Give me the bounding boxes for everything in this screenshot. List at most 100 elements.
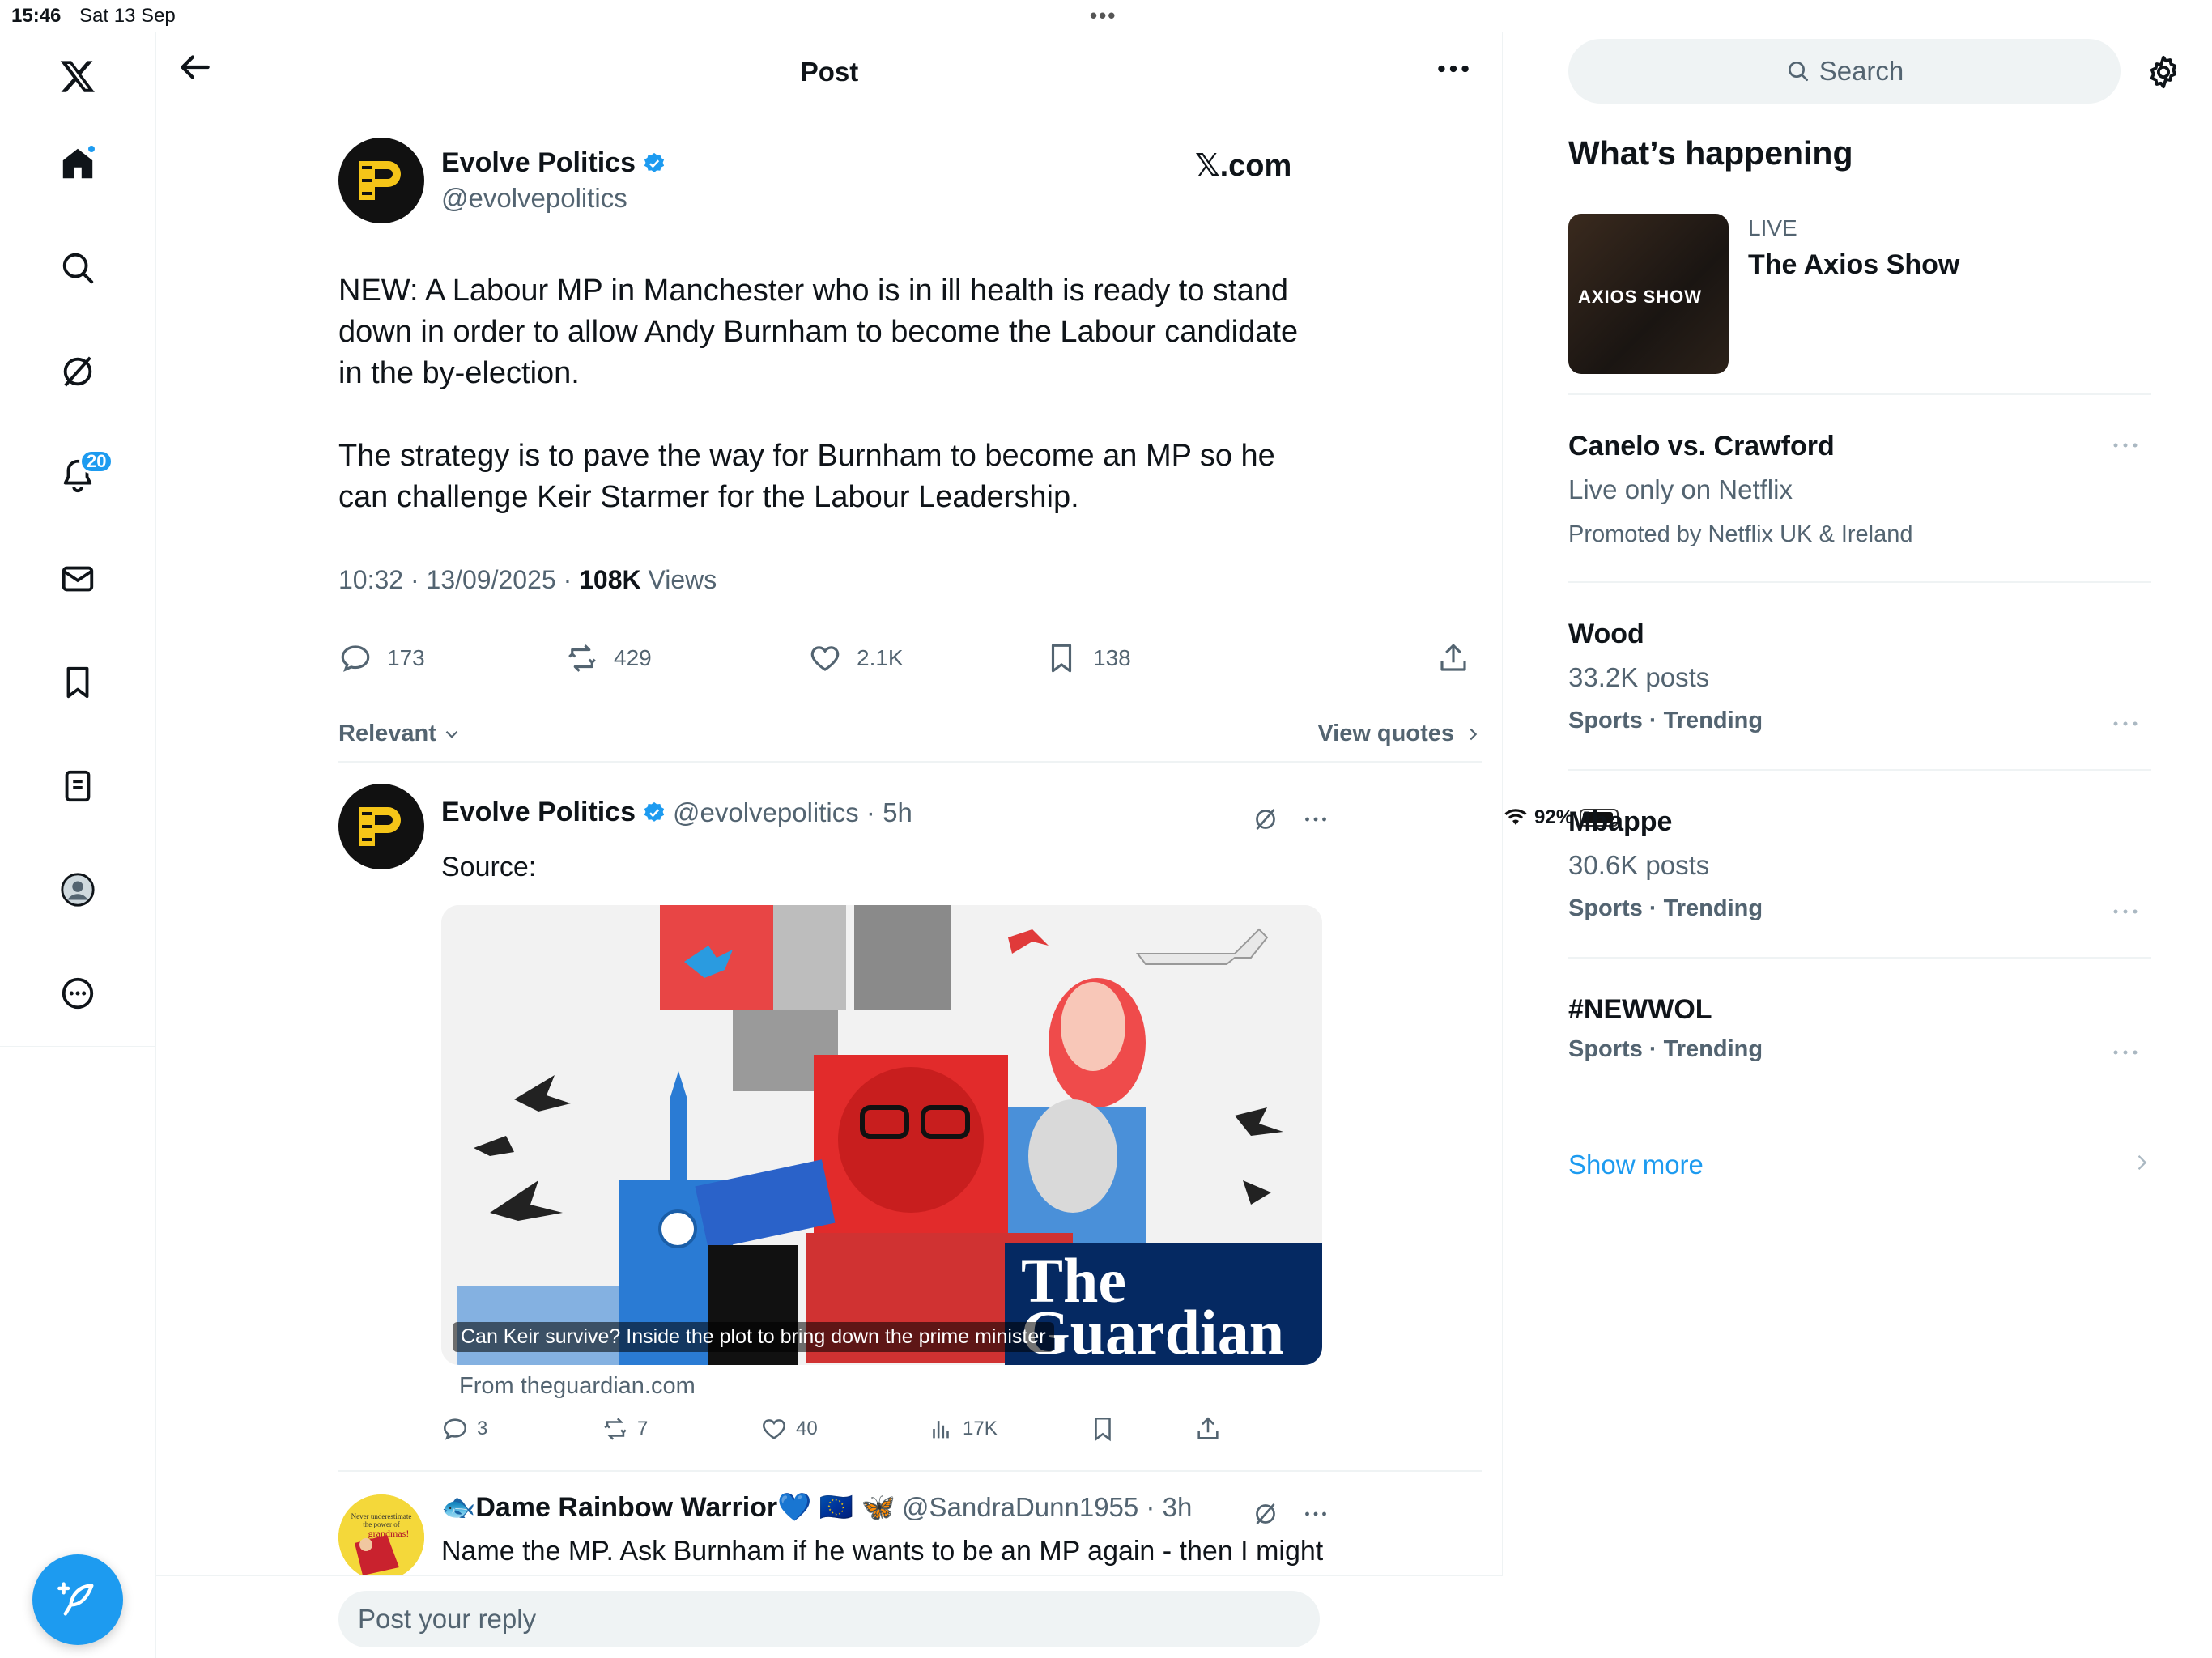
views-bar-chart-icon [933, 1421, 949, 1439]
repost-icon [568, 644, 596, 672]
main-column: Post Evolve Politics @evolvepolitics 𝕏.c… [156, 32, 1503, 1658]
relevant-sort-dropdown[interactable]: Relevant [338, 721, 462, 747]
view-quotes-label: View quotes [1317, 721, 1454, 746]
repost-button[interactable]: 429 [565, 641, 652, 675]
trend-more-icon[interactable] [2109, 716, 2142, 732]
bookmark-button[interactable]: 138 [1044, 641, 1131, 675]
divider [1568, 769, 2151, 771]
reply-bar [156, 1575, 1503, 1658]
compose-post-button[interactable] [32, 1554, 123, 1645]
post-paragraph: NEW: A Labour MP in Manchester who is in… [338, 274, 1299, 390]
share-button[interactable] [1194, 1415, 1222, 1443]
reply-tools [1251, 1499, 1330, 1528]
home-new-dot [87, 144, 96, 154]
reply-author-name: 🐟Dame Rainbow Warrior💙 🇪🇺 🦋 [441, 1492, 896, 1523]
reply-button[interactable]: 3 [441, 1415, 487, 1443]
link-card[interactable]: The Guardian Can Keir survive? Inside th… [441, 905, 1322, 1365]
search-icon[interactable] [50, 240, 105, 295]
post-paragraph: The strategy is to pave the way for Burn… [338, 439, 1275, 514]
reply-author[interactable]: Evolve Politics @evolvepolitics · 5h [441, 797, 912, 828]
reply-input[interactable] [338, 1591, 1320, 1647]
live-title[interactable]: The Axios Show [1748, 249, 1959, 281]
show-more-link[interactable]: Show more [1568, 1150, 1704, 1180]
share-upload-icon [1197, 1417, 1219, 1439]
multitasking-dots-icon[interactable]: ••• [1090, 3, 1117, 28]
author-name[interactable]: Evolve Politics [441, 147, 666, 179]
grok-icon[interactable] [50, 344, 105, 399]
repost-icon [604, 1418, 627, 1440]
reply-handle-time: @evolvepolitics · 5h [673, 797, 912, 827]
reply-button[interactable]: 173 [338, 641, 425, 675]
trend-title[interactable]: #NEWWOL [1568, 994, 1712, 1026]
card-source[interactable]: From theguardian.com [459, 1373, 696, 1400]
more-options-icon[interactable] [1301, 1499, 1330, 1528]
repost-button[interactable]: 7 [602, 1415, 648, 1443]
messages-mail-icon[interactable] [50, 551, 105, 606]
post-timestamp[interactable]: 10:32 · 13/09/2025 · [338, 565, 579, 594]
trend-title[interactable]: Canelo vs. Crawford [1568, 431, 1835, 462]
divider [338, 761, 1482, 763]
reply-handle-time: @SandraDunn1955 · 3h [902, 1492, 1193, 1522]
trend-more-icon[interactable] [2109, 1044, 2142, 1061]
reply-avatar[interactable] [338, 784, 424, 869]
more-options-icon[interactable] [1433, 49, 1474, 89]
post-actions: 173 429 2.1K 138 [338, 641, 1482, 690]
post-text: NEW: A Labour MP in Manchester who is in… [338, 270, 1310, 559]
grok-icon[interactable] [1251, 805, 1280, 834]
lists-icon[interactable] [50, 759, 105, 814]
trend-more-icon[interactable] [2109, 437, 2142, 453]
notifications-badge: 20 [79, 449, 114, 474]
chevron-right-icon [1470, 728, 1478, 740]
live-thumbnail[interactable]: AXIOS SHOW [1568, 214, 1729, 374]
trend-subtitle: 33.2K posts [1568, 662, 1710, 692]
author-avatar[interactable] [338, 138, 424, 223]
more-circle-icon[interactable] [50, 966, 105, 1021]
status-time: 15:46 [11, 5, 62, 27]
share-upload-icon [1440, 644, 1466, 671]
settings-gear-icon[interactable] [2145, 53, 2182, 91]
divider [338, 1470, 1482, 1472]
repost-count: 7 [637, 1418, 649, 1439]
like-button[interactable]: 40 [760, 1415, 818, 1443]
status-date: Sat 13 Sep [79, 5, 176, 27]
notifications-bell-icon[interactable]: 20 [50, 448, 114, 503]
verified-badge-icon [644, 152, 665, 172]
bookmark-icon[interactable] [50, 655, 105, 710]
trend-title[interactable]: Wood [1568, 619, 1644, 650]
chevron-right-icon[interactable] [2130, 1151, 2153, 1174]
left-navigation: 20 [0, 32, 156, 1658]
home-icon[interactable] [50, 136, 105, 191]
bookmark-count: 138 [1093, 645, 1131, 670]
divider [1568, 957, 2151, 959]
profile-icon[interactable] [50, 862, 105, 917]
whats-happening-title: What’s happening [1568, 134, 1853, 172]
heart-icon [763, 1419, 785, 1439]
author-name-text: Evolve Politics [441, 147, 636, 178]
view-quotes-link[interactable]: View quotes [1317, 721, 1482, 747]
trend-more-icon[interactable] [2109, 903, 2142, 920]
source-label: 𝕏.com [1195, 149, 1292, 183]
reply-count: 3 [477, 1418, 488, 1439]
reply-author[interactable]: 🐟Dame Rainbow Warrior💙 🇪🇺 🦋 @SandraDunn1… [441, 1491, 1192, 1524]
more-options-icon[interactable] [1301, 805, 1330, 834]
views-button[interactable]: 17K [927, 1415, 998, 1443]
post-header: Post [156, 32, 1503, 113]
search-placeholder: Search [1819, 56, 1904, 86]
like-count: 40 [796, 1418, 818, 1439]
x-logo-icon[interactable] [50, 49, 105, 104]
reply-avatar[interactable]: Never underestimate the power of grandma… [338, 1494, 424, 1580]
author-handle[interactable]: @evolvepolitics [441, 183, 627, 214]
search-field[interactable]: Search [1568, 39, 2121, 104]
trend-title[interactable]: Mbappe [1568, 806, 1672, 838]
grok-icon[interactable] [1251, 1499, 1280, 1528]
verified-badge-icon [644, 801, 665, 822]
reply-bubble-icon [341, 645, 370, 672]
bookmark-button[interactable] [1089, 1415, 1117, 1443]
like-count: 2.1K [857, 645, 904, 670]
share-button[interactable] [1436, 641, 1470, 675]
status-bar: 15:46 Sat 13 Sep ••• 92% [0, 0, 2212, 828]
reply-actions: 3 7 40 17K [441, 1415, 1322, 1448]
like-button[interactable]: 2.1K [808, 641, 904, 675]
chevron-down-icon [445, 730, 458, 738]
avatar-text: grandmas! [368, 1528, 410, 1539]
